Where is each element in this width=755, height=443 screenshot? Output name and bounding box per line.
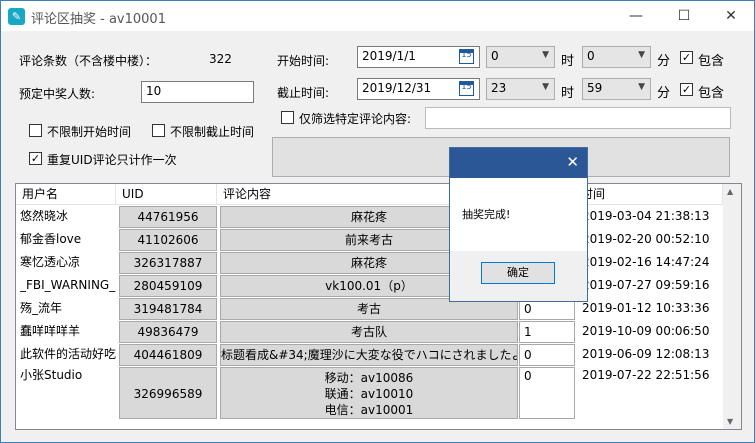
no-end-limit-checkbox[interactable] (152, 124, 165, 137)
end-time-label: 截止时间: (277, 86, 330, 100)
column-header-time[interactable]: 时间 (575, 184, 723, 205)
calendar-icon[interactable]: 15 (459, 49, 474, 64)
no-start-limit-checkbox[interactable] (29, 124, 42, 137)
cell-uid[interactable]: 326996589 (119, 367, 217, 419)
cell-uid[interactable]: 280459109 (119, 275, 217, 297)
scroll-down-icon[interactable]: ▼ (727, 417, 733, 426)
comment-count-value: 322 (209, 52, 232, 66)
window-title: 评论区抽奖 - av10001 (31, 12, 166, 27)
cell-username[interactable]: 郁金香love (16, 229, 117, 251)
end-include-checkbox[interactable]: ✓ (680, 83, 693, 96)
minute-unit: 分 (657, 54, 671, 69)
end-hour-select[interactable]: 23 ▼ (486, 78, 555, 100)
chevron-down-icon: ▼ (542, 50, 549, 60)
end-minute-value: 59 (587, 81, 603, 95)
dialog-message: 抽奖完成! (462, 208, 511, 221)
dedupe-uid-checkbox[interactable]: ✓ (29, 152, 42, 165)
main-window: ✎ 评论区抽奖 - av10001 — ☐ ✕ 评论条数（不含楼中楼）： 322… (0, 0, 755, 443)
chevron-down-icon: ▼ (638, 82, 645, 92)
end-include-label: 包含 (698, 86, 725, 101)
filter-content-input[interactable] (425, 107, 731, 129)
end-hour-value: 23 (491, 81, 507, 95)
hour-unit: 时 (561, 54, 575, 69)
cell-username[interactable]: _FBI_WARNING_ (16, 275, 117, 297)
start-time-label: 开始时间: (277, 54, 330, 68)
start-minute-value: 0 (587, 49, 595, 63)
comment-line: 电信：av10001 (324, 403, 414, 417)
end-date-value: 2019/12/31 (362, 81, 432, 95)
minimize-button[interactable]: — (613, 1, 659, 31)
cell-uid[interactable]: 319481784 (119, 298, 217, 320)
no-start-limit-label: 不限制开始时间 (47, 125, 132, 139)
cell-username[interactable]: 悠然晓冰 (16, 206, 117, 228)
start-hour-select[interactable]: 0 ▼ (486, 46, 555, 68)
cell-time[interactable]: 2019-06-09 12:08:13 (578, 344, 724, 366)
start-hour-value: 0 (491, 49, 499, 63)
start-date-value: 2019/1/1 (362, 49, 416, 63)
dialog-ok-button[interactable]: 确定 (481, 262, 555, 284)
winners-label: 预定中奖人数: (19, 87, 96, 101)
dialog-title-bar: ✕ (450, 148, 587, 178)
title-bar: ✎ 评论区抽奖 - av10001 — ☐ ✕ (1, 1, 754, 31)
cell-comment[interactable]: 考古队 (220, 321, 518, 343)
cell-floor[interactable]: 0 (519, 367, 575, 419)
maximize-button[interactable]: ☐ (661, 1, 707, 31)
column-header-uid[interactable]: UID (116, 184, 217, 205)
cell-comment-multiline[interactable]: 移动：av10086 联通：av10010 电信：av10001 (220, 367, 518, 419)
completion-dialog: ✕ 抽奖完成! 确定 (449, 147, 588, 302)
cell-username[interactable]: 小张Studio (16, 367, 117, 419)
hour-unit: 时 (561, 86, 575, 101)
start-include-checkbox[interactable]: ✓ (680, 51, 693, 64)
cell-time[interactable]: 2019-07-27 09:59:16 (578, 275, 724, 297)
start-minute-select[interactable]: 0 ▼ (582, 46, 651, 68)
end-date-picker[interactable]: 2019/12/31 15 (357, 78, 480, 100)
cell-uid[interactable]: 326317887 (119, 252, 217, 274)
filter-content-label: 仅筛选特定评论内容: (299, 112, 412, 126)
cell-username[interactable]: 此软件的活动好吃 (16, 344, 117, 366)
dialog-footer: 确定 (450, 251, 587, 301)
scroll-up-icon[interactable]: ▲ (727, 187, 733, 196)
results-table: 用户名 UID 评论内容 楼层 时间 悠然晓冰44761956麻花疼2019-0… (15, 183, 742, 430)
start-include-label: 包含 (698, 54, 725, 69)
cell-time[interactable]: 2019-07-22 22:51:56 (578, 367, 724, 419)
column-header-username[interactable]: 用户名 (16, 184, 116, 205)
comment-line: 联通：av10010 (324, 387, 414, 401)
cell-uid[interactable]: 41102606 (119, 229, 217, 251)
chevron-down-icon: ▼ (542, 82, 549, 92)
comment-count-label: 评论条数（不含楼中楼）： (19, 54, 158, 68)
cell-time[interactable]: 2019-10-09 00:06:50 (578, 321, 724, 343)
no-end-limit-label: 不限制截止时间 (170, 125, 255, 139)
cell-time[interactable]: 2019-02-20 00:52:10 (578, 229, 724, 251)
filter-content-checkbox[interactable] (281, 111, 294, 124)
cell-floor[interactable]: 0 (519, 344, 575, 366)
minute-unit: 分 (657, 86, 671, 101)
end-minute-select[interactable]: 59 ▼ (582, 78, 651, 100)
cell-time[interactable]: 2019-03-04 21:38:13 (578, 206, 724, 228)
start-date-picker[interactable]: 2019/1/1 15 (357, 46, 480, 68)
dialog-close-icon[interactable]: ✕ (566, 153, 579, 171)
calendar-icon[interactable]: 15 (459, 81, 474, 96)
app-icon: ✎ (8, 8, 25, 25)
cell-username[interactable]: 寒忆透心凉 (16, 252, 117, 274)
vertical-scrollbar[interactable]: ▲ ▼ (723, 184, 741, 429)
cell-uid[interactable]: 49836479 (119, 321, 217, 343)
cell-username[interactable]: 殇_流年 (16, 298, 117, 320)
dedupe-uid-label: 重复UID评论只计作一次 (47, 153, 177, 167)
chevron-down-icon: ▼ (638, 50, 645, 60)
comment-line: 移动：av10086 (324, 371, 414, 385)
cell-time[interactable]: 2019-01-12 10:33:36 (578, 298, 724, 320)
cell-comment[interactable]: 标题看成&#34;魔理沙に大変な役でハコにされましたよ (220, 344, 518, 366)
cell-username[interactable]: 蠢咩咩咩羊 (16, 321, 117, 343)
cell-floor[interactable]: 1 (519, 321, 575, 343)
winners-input[interactable]: 10 (141, 81, 254, 103)
cell-time[interactable]: 2019-02-16 14:47:24 (578, 252, 724, 274)
close-button[interactable]: ✕ (708, 1, 754, 31)
cell-uid[interactable]: 404461809 (119, 344, 217, 366)
cell-uid[interactable]: 44761956 (119, 206, 217, 228)
